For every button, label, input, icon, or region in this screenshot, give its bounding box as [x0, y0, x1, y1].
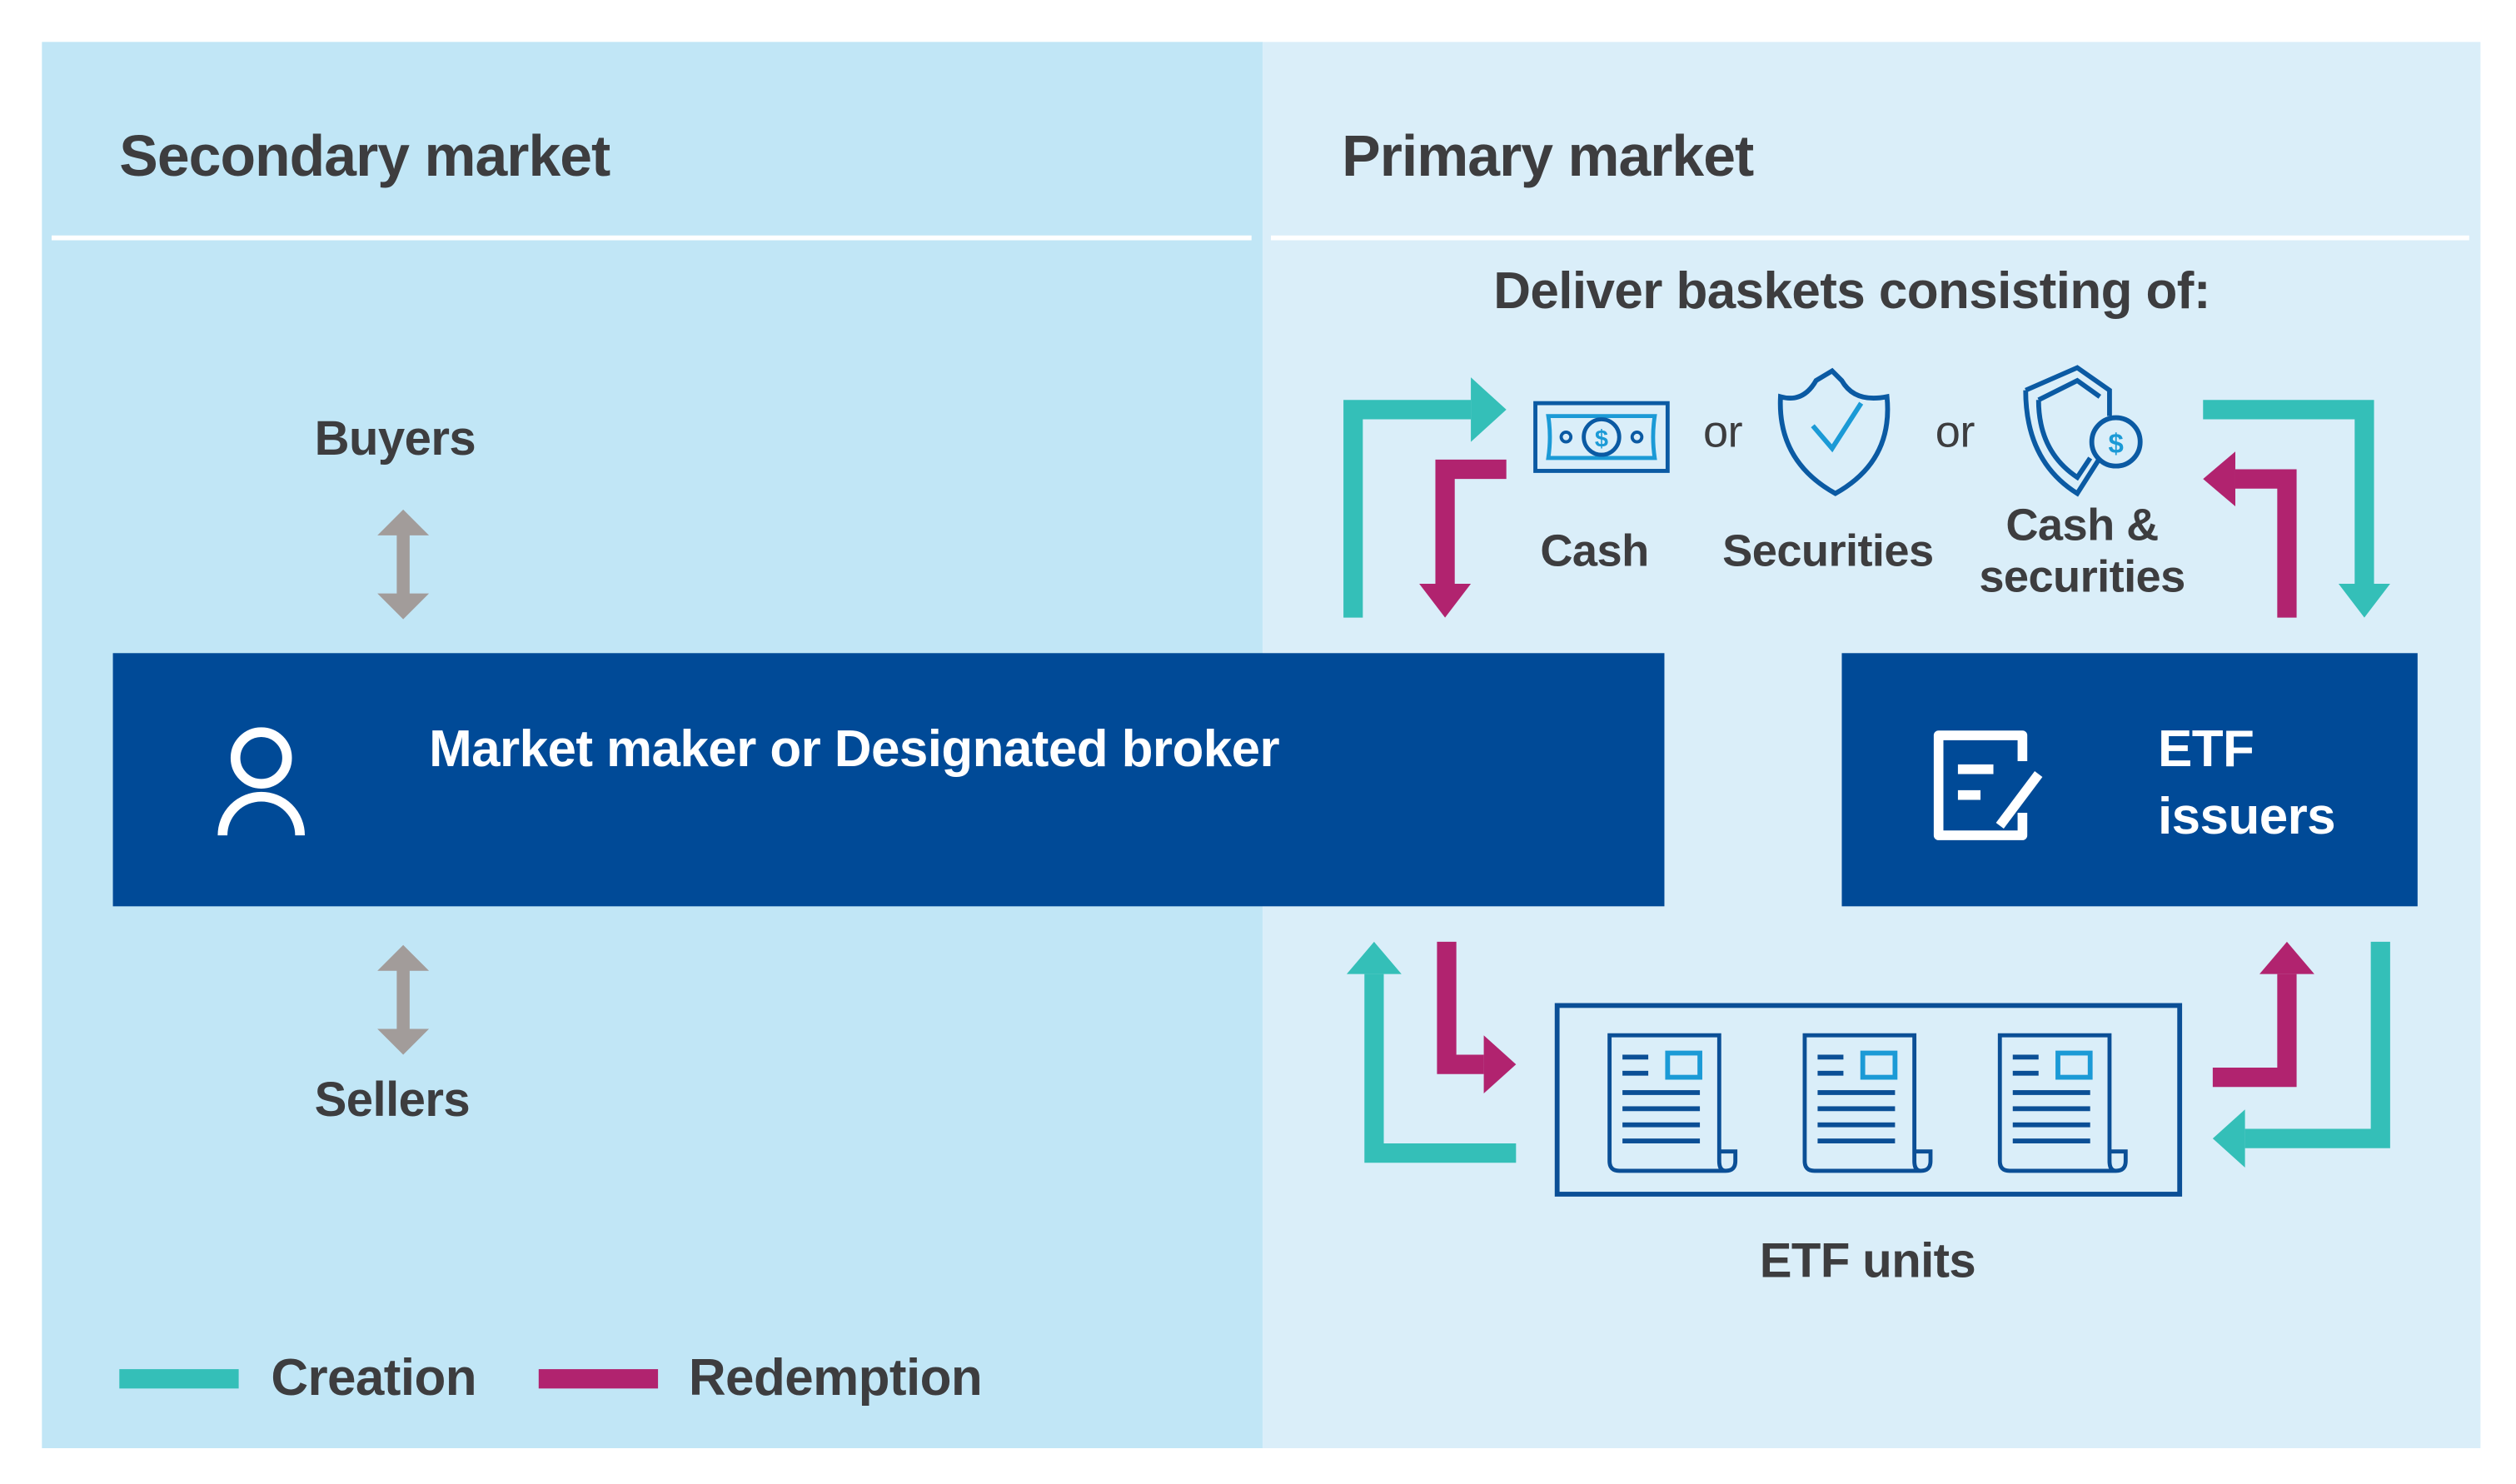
document-edit-icon	[1933, 730, 2043, 840]
primary-market-title: Primary market	[1342, 122, 1754, 189]
etf-issuers-line2: issuers	[2158, 787, 2336, 845]
svg-text:$: $	[1595, 426, 1608, 452]
market-maker-label: Market maker or Designated broker	[429, 719, 1280, 778]
securities-label: Securities	[1722, 525, 1934, 576]
market-maker-box	[112, 653, 1665, 907]
legend-redemption-swatch	[538, 1369, 659, 1389]
cash-securities-label-line2: securities	[1979, 551, 2185, 602]
etf-unit-document-icon	[1997, 1033, 2128, 1173]
buyers-label: Buyers	[314, 412, 476, 466]
cash-securities-label-line1: Cash &	[2005, 500, 2159, 550]
secondary-market-title: Secondary market	[119, 122, 610, 189]
cash-label: Cash	[1540, 525, 1649, 576]
shield-check-icon	[1777, 367, 1891, 496]
cash-icon: $	[1533, 401, 1670, 473]
primary-divider	[1270, 235, 2469, 241]
secondary-divider	[51, 235, 1252, 241]
baskets-heading: Deliver baskets consisting of:	[1493, 261, 2210, 320]
svg-text:$: $	[2109, 428, 2124, 459]
legend-redemption-label: Redemption	[688, 1347, 983, 1407]
legend-creation-swatch	[119, 1369, 239, 1389]
or-separator-2: or	[1935, 406, 1975, 457]
etf-unit-document-icon	[1607, 1033, 1738, 1173]
etf-units-label: ETF units	[1759, 1235, 1976, 1289]
legend-creation-label: Creation	[271, 1347, 477, 1407]
sellers-double-arrow-icon	[377, 944, 430, 1055]
etf-issuers-line1: ETF	[2158, 719, 2254, 778]
person-icon	[217, 727, 305, 836]
shield-dollar-icon: $	[2023, 365, 2143, 497]
etf-diagram: Secondary market Primary market Buyers S…	[0, 0, 2516, 1484]
buyers-double-arrow-icon	[377, 509, 430, 620]
sellers-label: Sellers	[314, 1073, 471, 1128]
or-separator-1: or	[1702, 406, 1743, 457]
etf-unit-document-icon	[1802, 1033, 1933, 1173]
